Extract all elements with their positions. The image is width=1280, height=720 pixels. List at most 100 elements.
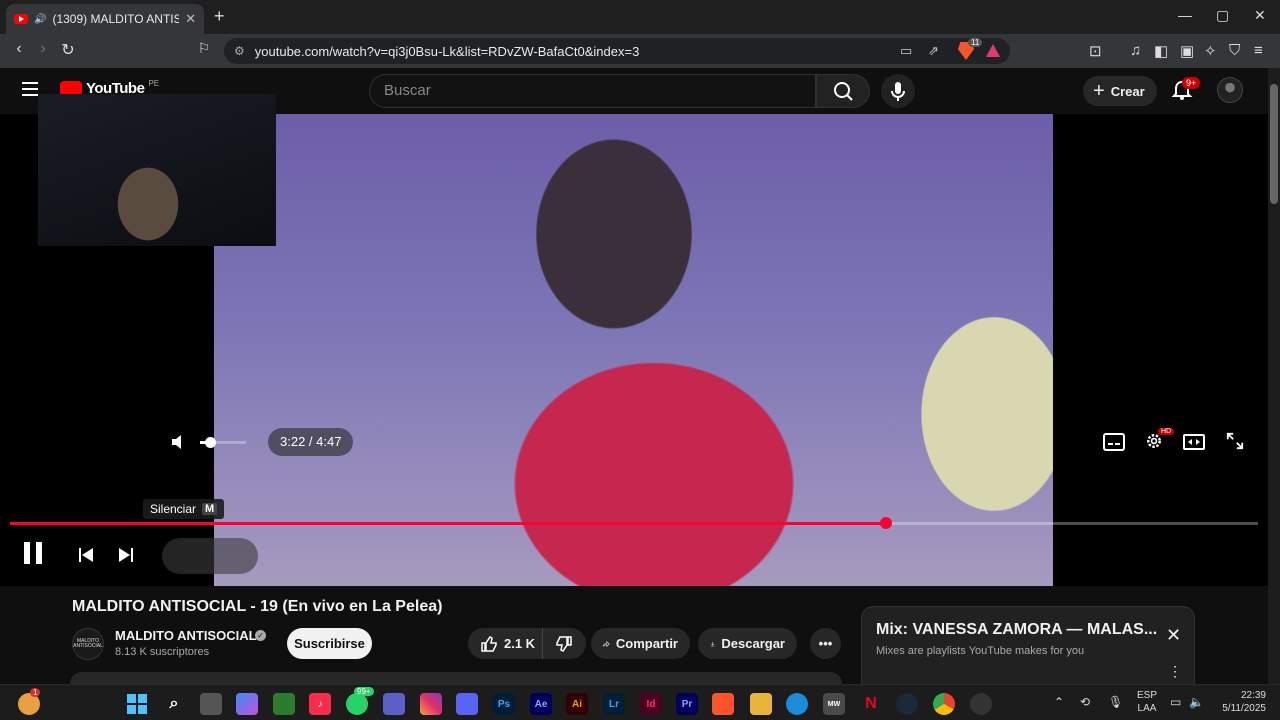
network-icon[interactable]: ▭ <box>1170 695 1181 709</box>
game-icon[interactable]: MW <box>823 693 845 715</box>
microphone-tray-icon[interactable]: 🎙 <box>1108 695 1123 709</box>
discord-icon[interactable] <box>456 693 478 715</box>
browser-tab[interactable]: 🔊 (1309) MALDITO ANTISOCIAL ✕ <box>6 4 204 34</box>
leo-ai-icon[interactable]: ✧ <box>1204 42 1217 60</box>
mix-title[interactable]: Mix: VANESSA ZAMORA — MALAS... <box>876 621 1157 639</box>
lightroom-icon[interactable]: Lr <box>603 693 625 715</box>
progress-fill <box>10 522 887 525</box>
speaker-icon: 🔊 <box>34 13 47 25</box>
minimize-button[interactable]: — <box>1178 7 1192 23</box>
video-frame[interactable] <box>214 114 1053 586</box>
back-icon[interactable]: ‹ <box>8 40 30 58</box>
next-button[interactable] <box>118 548 134 562</box>
close-icon[interactable]: ✕ <box>1166 625 1181 646</box>
netflix-icon[interactable]: N <box>860 693 882 715</box>
new-tab-button[interactable]: + <box>214 6 225 27</box>
vpn-icon[interactable]: ⛉ <box>1229 42 1240 59</box>
dislike-button[interactable] <box>542 628 586 659</box>
download-icon <box>710 641 715 646</box>
forward-icon[interactable]: › <box>32 40 54 58</box>
address-bar[interactable]: ⚙ youtube.com/watch?v=qi3j0Bsu-Lk&list=R… <box>224 38 1010 64</box>
previous-button[interactable] <box>78 548 94 562</box>
reload-icon[interactable]: ↻ <box>57 40 79 60</box>
task-view-icon[interactable] <box>200 693 222 715</box>
brave-taskbar-icon[interactable] <box>712 693 734 715</box>
photoshop-icon[interactable]: Ps <box>493 693 515 715</box>
bookmark-icon[interactable]: ⚐ <box>193 40 215 57</box>
search-icon <box>834 82 853 101</box>
share-page-icon[interactable]: ⇗ <box>928 43 939 59</box>
page-scrollbar[interactable] <box>1268 68 1280 684</box>
tooltip-shortcut-key: M <box>202 503 218 515</box>
search-icon[interactable]: ⌕ <box>163 693 185 715</box>
menu-icon[interactable]: ≡ <box>1254 42 1263 59</box>
thumbs-down-icon <box>556 635 572 652</box>
youtube-favicon-icon <box>14 14 28 24</box>
illustrator-icon[interactable]: Ai <box>566 693 588 715</box>
scrollbar-thumb[interactable] <box>1270 84 1278 204</box>
hamburger-menu-icon[interactable] <box>22 82 38 96</box>
screenshot-icon[interactable]: ⊡ <box>1089 42 1102 60</box>
share-button[interactable]: Compartir <box>591 628 690 659</box>
tab-close-icon[interactable]: ✕ <box>185 11 196 27</box>
instagram-icon[interactable] <box>420 693 442 715</box>
music-icon[interactable]: ♫ <box>1130 42 1141 59</box>
webcam-overlay <box>38 94 276 246</box>
language-indicator[interactable]: ESP LAA <box>1137 689 1157 715</box>
site-info-icon[interactable]: ⚙ <box>234 44 245 58</box>
search-button[interactable] <box>816 74 870 108</box>
teams-icon[interactable] <box>383 693 405 715</box>
premiere-icon[interactable]: Pr <box>676 693 698 715</box>
channel-avatar[interactable]: MALDITO ANTISOCIAL <box>72 628 104 660</box>
create-label: Crear <box>1110 83 1145 99</box>
share-arrow-icon <box>603 640 610 647</box>
clock-date: 5/11/2025 <box>1222 703 1266 714</box>
progress-bar[interactable] <box>10 517 1258 529</box>
volume-control <box>162 538 258 574</box>
obs-icon[interactable] <box>970 693 992 715</box>
whatsapp-icon[interactable] <box>346 693 368 715</box>
theater-mode-icon[interactable] <box>1183 433 1205 451</box>
fullscreen-icon[interactable] <box>1224 432 1246 450</box>
volume-icon[interactable] <box>170 434 186 450</box>
notification-badge: 9+ <box>1182 77 1201 89</box>
channel-name[interactable]: MALDITO ANTISOCIAL <box>115 628 257 643</box>
close-window-button[interactable]: ✕ <box>1254 7 1266 24</box>
pause-button[interactable] <box>24 542 44 564</box>
more-vertical-icon[interactable]: ⋮ <box>1168 663 1182 680</box>
app-icon[interactable] <box>273 693 295 715</box>
volume-tray-icon[interactable]: 🔈 <box>1189 695 1204 709</box>
progress-scrubber[interactable] <box>880 517 893 529</box>
brave-rewards-icon[interactable] <box>986 44 1000 57</box>
indesign-icon[interactable]: Id <box>640 693 662 715</box>
cast-icon[interactable]: ▭ <box>900 43 912 59</box>
steam-icon[interactable] <box>896 693 918 715</box>
browser-tab-bar: 🔊 (1309) MALDITO ANTISOCIAL ✕ + — ▢ ✕ <box>0 0 1280 34</box>
windows-start-icon[interactable] <box>126 693 148 715</box>
chrome-icon[interactable] <box>933 693 955 715</box>
show-hidden-icons-icon[interactable]: ⌃ <box>1054 695 1064 709</box>
file-explorer-icon[interactable] <box>750 693 772 715</box>
volume-slider[interactable] <box>200 437 246 448</box>
whatsapp-badge: 99+ <box>354 687 374 696</box>
edge-icon[interactable] <box>786 693 808 715</box>
apple-music-icon[interactable]: ♪ <box>309 693 331 715</box>
wallet-icon[interactable]: ▣ <box>1180 42 1194 60</box>
tab-title: (1309) MALDITO ANTISOCIAL <box>52 12 180 26</box>
account-avatar[interactable] <box>1217 77 1243 103</box>
subscribe-button[interactable]: Suscribirse <box>287 628 372 659</box>
sidebar-icon[interactable]: ◧ <box>1154 42 1168 60</box>
subtitles-icon[interactable] <box>1103 433 1125 451</box>
search-input[interactable]: Buscar <box>369 74 816 108</box>
maximize-button[interactable]: ▢ <box>1216 7 1229 24</box>
system-clock[interactable]: 22:39 5/11/2025 <box>1214 689 1266 715</box>
sync-icon[interactable]: ⟲ <box>1080 695 1090 709</box>
create-button[interactable]: + Crear <box>1083 76 1157 106</box>
more-actions-button[interactable]: ••• <box>810 628 841 659</box>
plus-icon: + <box>1093 79 1105 102</box>
copilot-icon[interactable] <box>236 693 258 715</box>
url-text: youtube.com/watch?v=qi3j0Bsu-Lk&list=RDv… <box>254 43 640 59</box>
voice-search-button[interactable] <box>881 74 915 108</box>
download-button[interactable]: Descargar <box>698 628 797 659</box>
after-effects-icon[interactable]: Ae <box>530 693 552 715</box>
